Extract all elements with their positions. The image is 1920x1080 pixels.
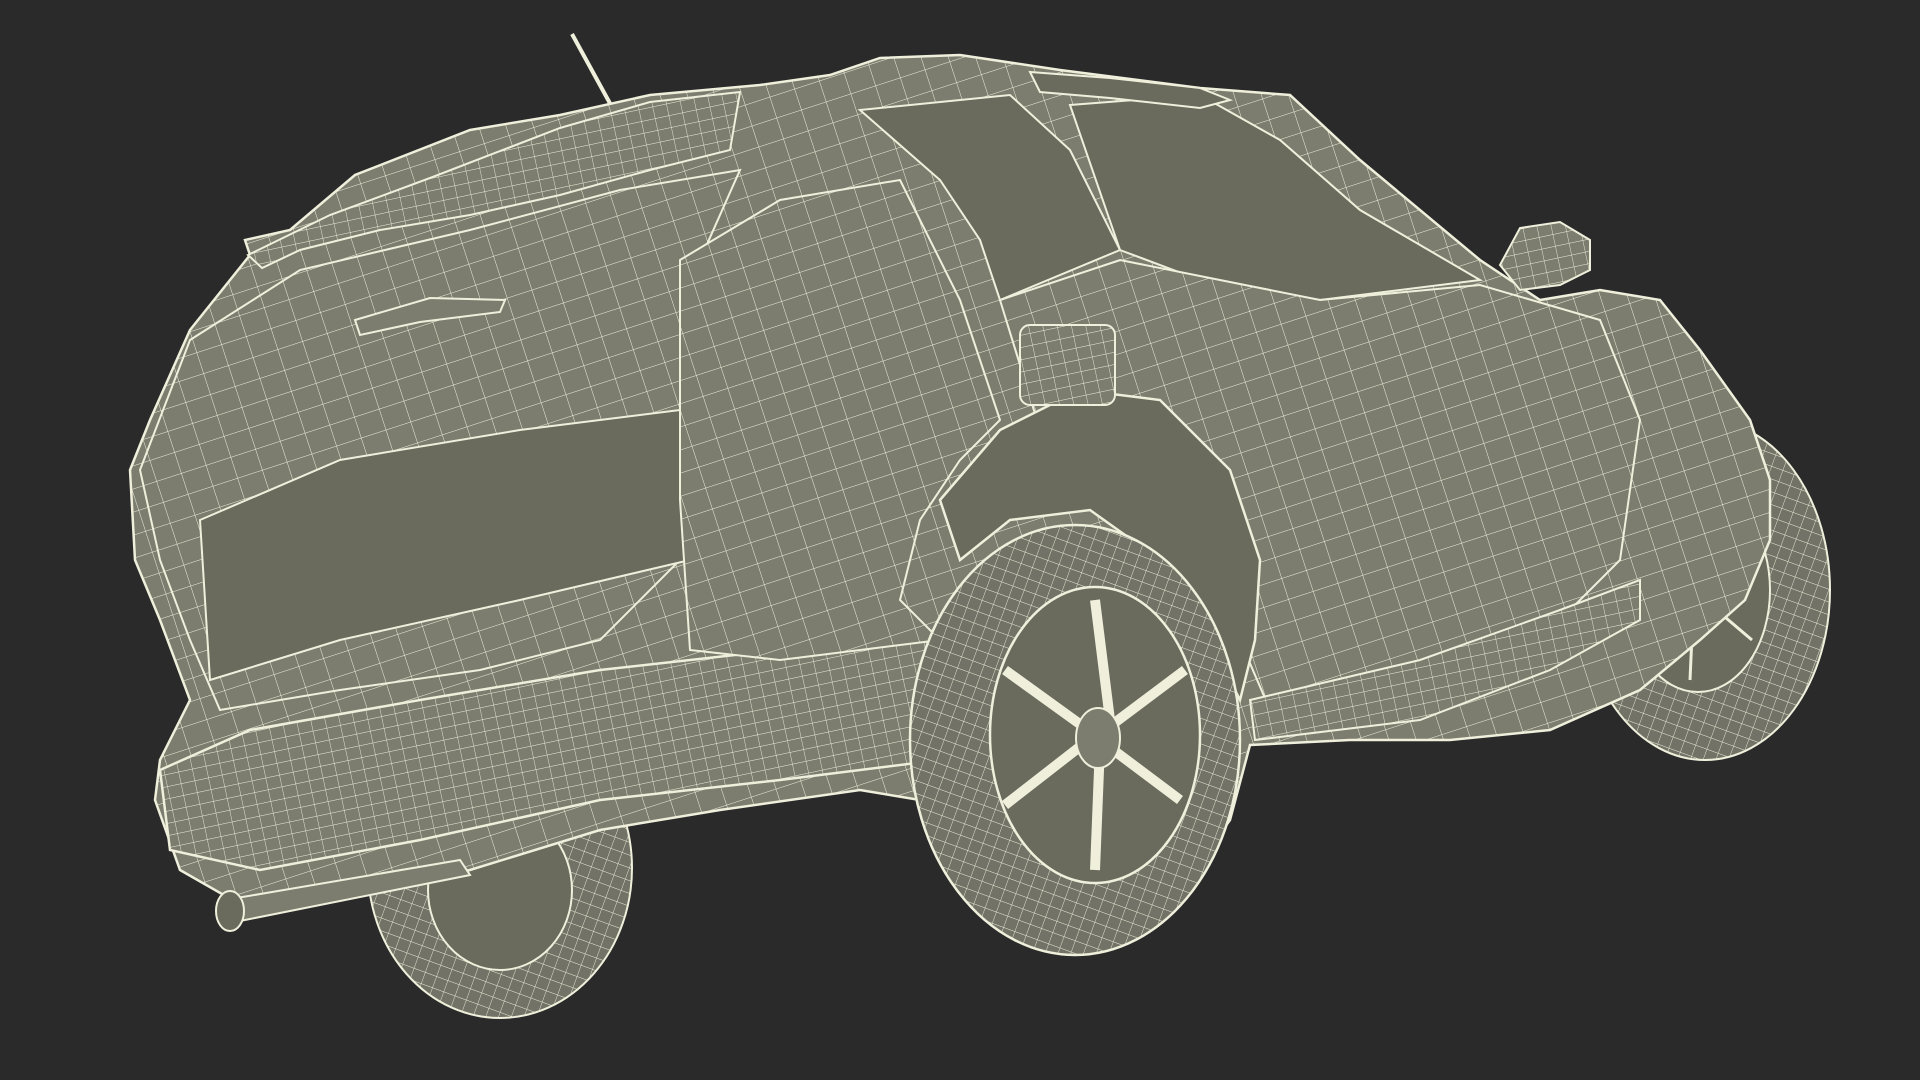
fuel-door	[1019, 324, 1116, 406]
side-mirror	[1498, 220, 1591, 292]
rear-right-wheel	[908, 523, 1242, 957]
wireframe-suv-render	[128, 33, 1831, 1019]
render-viewport	[0, 0, 1920, 1080]
